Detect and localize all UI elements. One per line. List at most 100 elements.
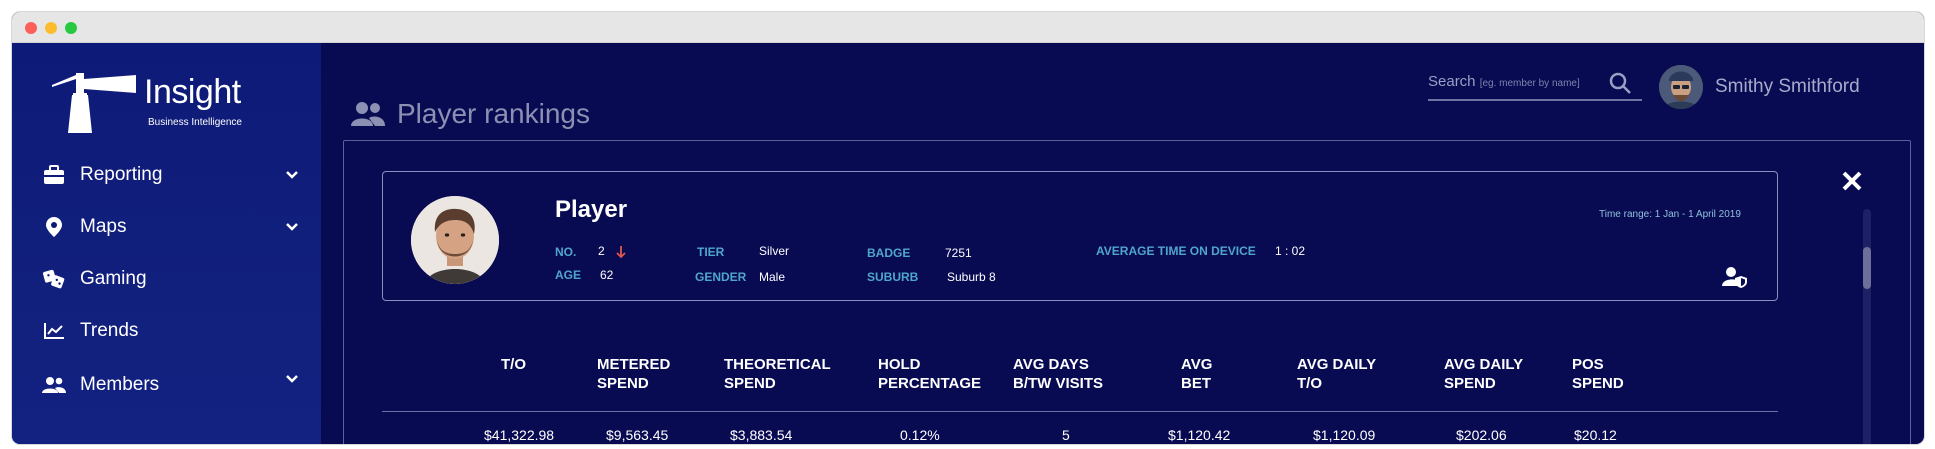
column-header-line: SPEND xyxy=(1444,375,1496,392)
suburb-value: Suburb 8 xyxy=(947,270,996,284)
player-title: Player xyxy=(555,196,628,223)
user-shield-icon[interactable] xyxy=(1722,266,1748,288)
logo-name: Insight xyxy=(144,73,241,111)
column-header-line: SPEND xyxy=(597,375,649,392)
player-detail-panel: Player Time range: 1 Jan - 1 April 2019 … xyxy=(343,140,1911,444)
column-header-line: AVG DAILY xyxy=(1297,356,1377,373)
table-cell: $41,322.98 xyxy=(484,427,555,443)
table-cell: $3,883.54 xyxy=(730,427,793,443)
table-cell: 5 xyxy=(1062,427,1070,443)
search-input[interactable]: Search [eg. member by name] xyxy=(1428,69,1642,101)
members-icon xyxy=(42,373,66,397)
user-menu[interactable]: Smithy Smithford xyxy=(1659,65,1860,109)
avatar[interactable] xyxy=(1659,65,1703,109)
trend-chart-icon xyxy=(42,319,66,343)
column-header: THEORETICAL SPEND xyxy=(724,355,831,393)
close-icon[interactable] xyxy=(1839,168,1865,194)
search-icon[interactable] xyxy=(1608,71,1632,95)
close-window-button[interactable] xyxy=(25,22,37,34)
sidebar-item-trends[interactable]: Trends xyxy=(42,315,302,347)
column-header-line: T/O xyxy=(501,356,526,373)
column-header-line: AVG DAILY xyxy=(1444,356,1524,373)
avg-time-label: AVERAGE TIME ON DEVICE xyxy=(1096,244,1256,258)
badge-value: 7251 xyxy=(945,246,972,260)
table-divider xyxy=(382,411,1778,412)
briefcase-icon xyxy=(42,163,66,187)
player-card: Player Time range: 1 Jan - 1 April 2019 … xyxy=(382,171,1778,301)
sidebar-item-label: Members xyxy=(80,374,160,395)
column-header-line: BET xyxy=(1181,375,1211,392)
column-header: HOLD PERCENTAGE xyxy=(878,355,981,393)
page-title-text: Player rankings xyxy=(397,98,590,129)
table-cell: $1,120.09 xyxy=(1313,427,1376,443)
app-window: Insight Business Intelligence Reporting … xyxy=(12,12,1924,444)
map-pin-icon xyxy=(42,215,66,239)
column-header: AVG DAYS B/TW VISITS xyxy=(1013,355,1103,393)
column-header: METERED SPEND xyxy=(597,355,670,393)
table-cell: $202.06 xyxy=(1456,427,1507,443)
suburb-label: SUBURB xyxy=(867,270,919,284)
time-range: Time range: 1 Jan - 1 April 2019 xyxy=(1599,209,1741,220)
chevron-down-icon[interactable] xyxy=(282,165,302,185)
members-icon xyxy=(351,102,385,126)
no-label: NO. xyxy=(555,245,577,259)
column-header: AVG DAILY SPEND xyxy=(1444,355,1523,393)
scrollbar[interactable] xyxy=(1863,209,1871,444)
search-label: Search xyxy=(1428,73,1476,90)
main-content: Player rankings Search [eg. member by na… xyxy=(321,43,1924,444)
lighthouse-icon xyxy=(52,73,136,133)
scrollbar-thumb[interactable] xyxy=(1863,247,1871,289)
sidebar-item-gaming[interactable]: Gaming xyxy=(42,263,302,295)
search-hint: [eg. member by name] xyxy=(1479,78,1580,89)
table-cell: $9,563.45 xyxy=(606,427,669,443)
table-cell: 0.12% xyxy=(900,427,940,443)
table-cell: $20.12 xyxy=(1574,427,1617,443)
sidebar-item-label: Trends xyxy=(80,320,139,341)
minimize-window-button[interactable] xyxy=(45,22,57,34)
column-header-line: METERED xyxy=(597,356,671,373)
column-header: POS SPEND xyxy=(1572,355,1624,393)
dice-icon xyxy=(42,267,66,291)
arrow-down-icon xyxy=(616,246,626,259)
logo[interactable]: Insight Business Intelligence xyxy=(48,73,248,143)
no-value: 2 xyxy=(598,244,605,258)
sidebar-item-members[interactable]: Members xyxy=(42,369,302,401)
column-header-line: SPEND xyxy=(1572,375,1624,392)
tier-value: Silver xyxy=(759,244,790,258)
age-label: AGE xyxy=(555,268,582,282)
search-placeholder: Search [eg. member by name] xyxy=(1428,73,1580,90)
column-header-line: PERCENTAGE xyxy=(878,375,982,392)
sidebar-item-label: Maps xyxy=(80,216,127,237)
maximize-window-button[interactable] xyxy=(65,22,77,34)
table-cell: $1,120.42 xyxy=(1168,427,1231,443)
tier-label: TIER xyxy=(697,245,725,259)
column-header: AVG DAILY T/O xyxy=(1297,355,1376,393)
column-header-line: THEORETICAL xyxy=(724,356,831,373)
gender-value: Male xyxy=(759,270,786,284)
column-header-line: T/O xyxy=(1297,375,1322,392)
column-header-line: AVG DAYS xyxy=(1013,356,1089,373)
title-bar xyxy=(12,12,1924,43)
column-header-line: SPEND xyxy=(724,375,776,392)
gender-label: GENDER xyxy=(695,270,747,284)
column-header-line: HOLD xyxy=(878,356,921,373)
sidebar-item-reporting[interactable]: Reporting xyxy=(42,159,302,191)
column-header-line: AVG xyxy=(1181,356,1213,373)
user-avatar-icon xyxy=(1659,65,1703,109)
player-photo xyxy=(411,196,499,284)
avg-time-value: 1 : 02 xyxy=(1275,244,1306,258)
user-name: Smithy Smithford xyxy=(1715,76,1860,97)
column-header: T/O xyxy=(501,355,526,374)
player-photo-icon xyxy=(411,196,499,284)
column-header-line: POS xyxy=(1572,356,1604,373)
age-value: 62 xyxy=(600,268,614,282)
page-title: Player rankings xyxy=(351,98,590,130)
badge-label: BADGE xyxy=(867,246,911,260)
column-header-line: B/TW VISITS xyxy=(1013,375,1103,392)
sidebar: Insight Business Intelligence Reporting … xyxy=(12,43,321,444)
chevron-down-icon[interactable] xyxy=(282,369,302,389)
sidebar-item-label: Reporting xyxy=(80,164,163,185)
sidebar-item-maps[interactable]: Maps xyxy=(42,211,302,243)
column-header: AVG BET xyxy=(1181,355,1212,393)
chevron-down-icon[interactable] xyxy=(282,217,302,237)
